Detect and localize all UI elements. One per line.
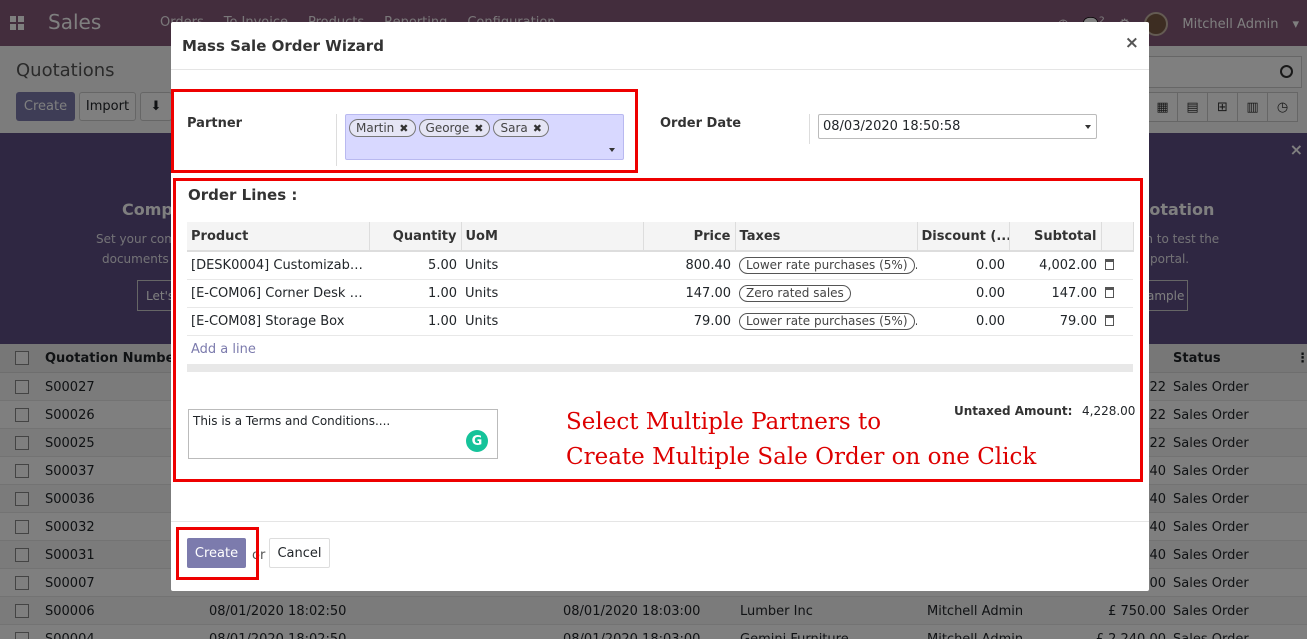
promo-line-2: Create Multiple Sale Order on one Click	[566, 444, 1037, 470]
line-product[interactable]: [E-COM06] Corner Desk Right Sit	[187, 279, 369, 308]
remove-tag-icon[interactable]: ✖	[399, 122, 408, 135]
trash-icon[interactable]	[1105, 314, 1114, 326]
wizard-create-button[interactable]: Create	[187, 538, 246, 568]
remove-tag-icon[interactable]: ✖	[474, 122, 483, 135]
line-discount[interactable]: 0.00	[917, 251, 1009, 280]
chevron-down-icon[interactable]	[609, 148, 615, 152]
order-date-label: Order Date	[660, 116, 742, 131]
col-quantity[interactable]: Quantity	[369, 222, 462, 252]
line-price[interactable]: 79.00	[643, 307, 735, 336]
add-line-link[interactable]: Add a line	[191, 342, 256, 357]
trash-icon[interactable]	[1105, 258, 1114, 270]
partner-tag: Martin ✖	[349, 119, 416, 137]
line-price[interactable]: 800.40	[643, 251, 735, 280]
col-product[interactable]: Product	[187, 222, 370, 252]
col-taxes[interactable]: Taxes	[735, 222, 918, 252]
terms-textarea[interactable]: This is a Terms and Conditions....	[188, 409, 498, 459]
mass-sale-order-wizard: Mass Sale Order Wizard × Partner Martin ✖…	[171, 22, 1149, 591]
remove-tag-icon[interactable]: ✖	[533, 122, 542, 135]
line-product[interactable]: [DESK0004] Customizable Desk (Aluminium,…	[187, 251, 369, 280]
order-lines-header: Product Quantity UoM Price Taxes Discoun…	[187, 222, 1134, 252]
order-line-row[interactable]: [DESK0004] Customizable Desk (Aluminium,…	[187, 251, 1133, 280]
tax-tag: Lower rate purchases (5%)	[739, 312, 915, 330]
tax-tag: Lower rate purchases (5%)	[739, 256, 915, 274]
line-price[interactable]: 147.00	[643, 279, 735, 308]
order-lines-table: Product Quantity UoM Price Taxes Discoun…	[187, 222, 1134, 363]
or-text: or	[252, 548, 266, 563]
line-uom[interactable]: Units	[461, 279, 643, 308]
partner-label: Partner	[187, 116, 243, 131]
order-date-value: 08/03/2020 18:50:58	[823, 119, 961, 134]
divider	[809, 114, 810, 144]
divider	[336, 114, 337, 166]
add-line-row: Add a line	[187, 335, 1133, 363]
cancel-button[interactable]: Cancel	[269, 538, 330, 568]
grammarly-icon[interactable]: G	[466, 430, 488, 452]
line-subtotal[interactable]: 4,002.00	[1009, 251, 1101, 280]
untaxed-amount-value: 4,228.00	[1082, 404, 1136, 418]
chevron-down-icon[interactable]	[1085, 125, 1091, 129]
modal-title: Mass Sale Order Wizard	[182, 37, 384, 55]
order-line-row[interactable]: [E-COM06] Corner Desk Right Sit1.00Units…	[187, 279, 1133, 308]
partner-tag: Sara ✖	[493, 119, 549, 137]
line-discount[interactable]: 0.00	[917, 307, 1009, 336]
col-discount[interactable]: Discount (...	[917, 222, 1010, 252]
col-price[interactable]: Price	[643, 222, 736, 252]
trash-icon[interactable]	[1105, 286, 1114, 298]
order-date-input[interactable]: 08/03/2020 18:50:58	[818, 114, 1097, 139]
promo-annotation: Select Multiple Partners to Create Multi…	[566, 405, 1036, 475]
line-subtotal[interactable]: 79.00	[1009, 307, 1101, 336]
line-tax[interactable]: Lower rate purchases (5%)	[735, 251, 917, 280]
col-uom[interactable]: UoM	[461, 222, 644, 252]
close-icon[interactable]: ×	[1125, 33, 1139, 53]
order-line-row[interactable]: [E-COM08] Storage Box 1.00 Units 79.00 Lower…	[187, 307, 1133, 336]
line-uom[interactable]: Units	[461, 307, 643, 336]
partner-many2many-field[interactable]: Martin ✖ George ✖ Sara ✖	[345, 114, 624, 160]
tax-tag: Zero rated sales	[739, 284, 851, 302]
line-tax[interactable]: Zero rated sales	[735, 279, 917, 308]
modal-header: Mass Sale Order Wizard ×	[171, 22, 1149, 70]
promo-line-1: Select Multiple Partners to	[566, 409, 882, 435]
order-lines-title: Order Lines :	[188, 186, 298, 204]
table-footer	[187, 364, 1133, 372]
line-delete-cell	[1101, 279, 1133, 308]
line-subtotal[interactable]: 147.00	[1009, 279, 1101, 308]
partner-tag: George ✖	[418, 119, 491, 137]
line-quantity[interactable]: 1.00	[369, 279, 461, 308]
line-delete-cell	[1101, 307, 1133, 336]
line-quantity[interactable]: 1.00	[369, 307, 461, 336]
line-product[interactable]: [E-COM08] Storage Box	[187, 307, 369, 336]
col-actions	[1101, 222, 1134, 252]
line-tax[interactable]: Lower rate purchases (5%)	[735, 307, 917, 336]
line-quantity[interactable]: 5.00	[369, 251, 461, 280]
line-discount[interactable]: 0.00	[917, 279, 1009, 308]
col-subtotal[interactable]: Subtotal	[1009, 222, 1102, 252]
line-delete-cell	[1101, 251, 1133, 280]
line-uom[interactable]: Units	[461, 251, 643, 280]
